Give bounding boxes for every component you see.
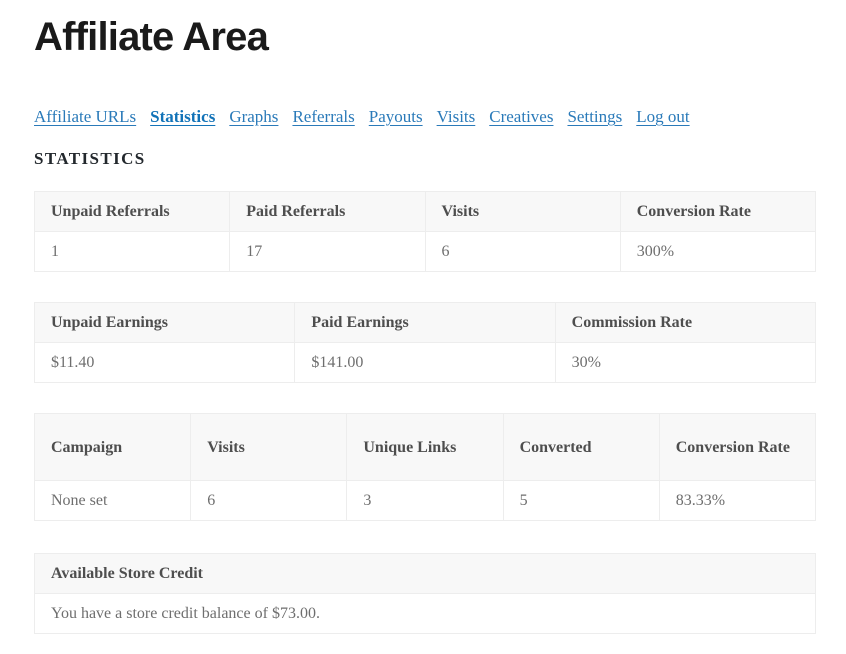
column-header: Visits	[190, 413, 348, 481]
campaigns-table-body: None set 6 3 5 83.33%	[33, 480, 817, 521]
table-row: 1 17 6 300%	[33, 231, 817, 272]
referrals-table-head: Unpaid Referrals Paid Referrals Visits Conv…	[33, 191, 817, 232]
column-header: Converted	[502, 413, 660, 481]
table-row: You have a store credit balance of $73.0…	[34, 593, 816, 634]
store-credit-table-head: Available Store Credit	[34, 553, 816, 594]
table-cell: 5	[502, 480, 660, 521]
column-header: Unique Links	[346, 413, 504, 481]
column-header: Paid Earnings	[294, 302, 556, 343]
nav-link-creatives[interactable]: Creatives	[489, 107, 553, 127]
table-header-row: Available Store Credit	[34, 553, 816, 594]
table-row: None set 6 3 5 83.33%	[33, 480, 817, 521]
table-header-row: Unpaid Earnings Paid Earnings Commission R…	[33, 302, 817, 343]
table-cell: $141.00	[294, 342, 556, 383]
column-header: Commission Rate	[554, 302, 817, 343]
store-credit-heading: Available Store Credit	[34, 553, 816, 594]
table-cell: None set	[33, 480, 192, 521]
column-header: Paid Referrals	[229, 191, 426, 232]
store-credit-table: Available Store Credit You have a store …	[34, 553, 816, 634]
section-heading-statistics: Statistics	[34, 149, 146, 168]
earnings-table-body: $11.40 $141.00 30%	[33, 342, 817, 383]
nav-link-payouts[interactable]: Payouts	[369, 107, 423, 127]
table-cell: 30%	[554, 342, 817, 383]
nav-link-referrals[interactable]: Referrals	[292, 107, 354, 127]
referrals-table-body: 1 17 6 300%	[33, 231, 817, 272]
column-header: Unpaid Earnings	[33, 302, 296, 343]
nav-link-log-out[interactable]: Log out	[636, 107, 689, 127]
nav-link-graphs[interactable]: Graphs	[229, 107, 278, 127]
column-header: Conversion Rate	[658, 413, 817, 481]
column-header: Visits	[424, 191, 621, 232]
nav-link-affiliate-urls[interactable]: Affiliate URLs	[34, 107, 136, 127]
table-cell: 300%	[619, 231, 817, 272]
table-cell: 6	[424, 231, 621, 272]
earnings-table-head: Unpaid Earnings Paid Earnings Commission R…	[33, 302, 817, 343]
table-row: $11.40 $141.00 30%	[33, 342, 817, 383]
page-title: Affiliate Area	[34, 15, 269, 59]
table-cell: 17	[229, 231, 426, 272]
affiliate-nav: Affiliate URLs Statistics Graphs Referrals P…	[30, 60, 816, 127]
table-cell: $11.40	[33, 342, 296, 383]
table-cell: 3	[346, 480, 504, 521]
referrals-stats-table: Unpaid Referrals Paid Referrals Visits Conv…	[33, 191, 817, 272]
table-header-row: Campaign Visits Unique Links Converted Conve…	[33, 413, 817, 481]
table-cell: 1	[33, 231, 231, 272]
store-credit-table-body: You have a store credit balance of $73.0…	[34, 593, 816, 634]
earnings-stats-table: Unpaid Earnings Paid Earnings Commission R…	[33, 302, 817, 383]
store-credit-message: You have a store credit balance of $73.0…	[34, 593, 816, 634]
table-header-row: Unpaid Referrals Paid Referrals Visits Conv…	[33, 191, 817, 232]
nav-link-visits[interactable]: Visits	[437, 107, 476, 127]
column-header: Unpaid Referrals	[33, 191, 231, 232]
table-cell: 83.33%	[658, 480, 817, 521]
campaigns-table-head: Campaign Visits Unique Links Converted Conve…	[33, 413, 817, 481]
table-cell: 6	[190, 480, 348, 521]
nav-link-settings[interactable]: Settings	[567, 107, 622, 127]
campaigns-stats-table: Campaign Visits Unique Links Converted Conve…	[33, 413, 817, 521]
affiliate-area-page: Affiliate Area Affiliate URLs Statistics G…	[0, 0, 846, 634]
column-header: Campaign	[33, 413, 192, 481]
nav-link-statistics[interactable]: Statistics	[150, 107, 215, 127]
column-header: Conversion Rate	[619, 191, 817, 232]
